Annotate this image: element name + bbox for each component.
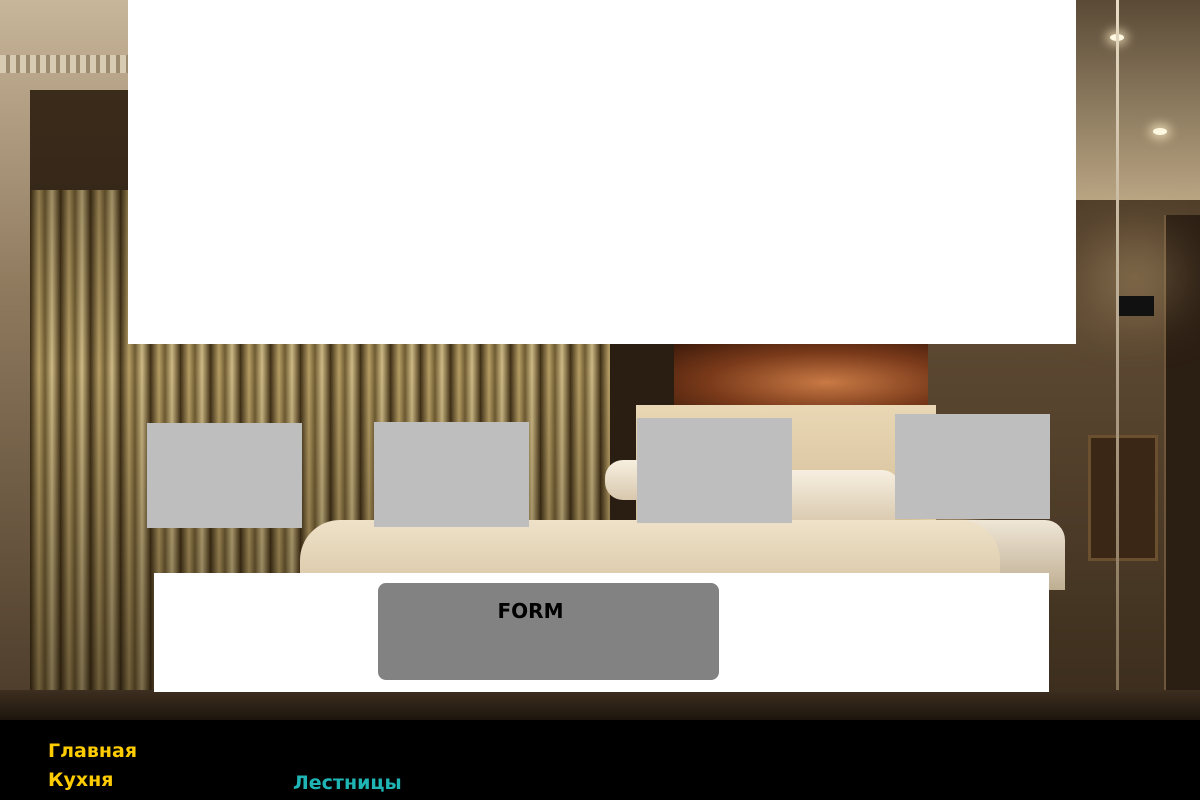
bg-ceiling-light	[1153, 128, 1167, 135]
nav-link-home[interactable]: Главная	[48, 740, 137, 762]
footer-nav: Главная Кухня Лестницы	[0, 720, 1200, 800]
form-panel: FORM	[154, 573, 1049, 692]
gallery-tile-2[interactable]	[374, 422, 529, 527]
nav-link-kitchen[interactable]: Кухня	[48, 769, 114, 791]
bg-cornice	[0, 55, 130, 73]
page: FORM Главная Кухня Лестницы	[0, 0, 1200, 800]
bg-right-ceiling	[1076, 0, 1200, 200]
gallery-tile-1[interactable]	[147, 423, 302, 528]
bg-floor	[0, 690, 1200, 720]
gallery-tile-4[interactable]	[895, 414, 1050, 519]
nav-link-stairs[interactable]: Лестницы	[293, 772, 402, 794]
header-banner	[128, 0, 1076, 344]
form-box[interactable]: FORM	[378, 583, 719, 680]
bg-headboard-wood	[674, 344, 928, 408]
bg-door	[1164, 215, 1200, 720]
bg-cabinet	[1088, 435, 1158, 561]
gallery-tile-3[interactable]	[637, 418, 792, 523]
bg-mirror-edge	[1116, 0, 1119, 720]
form-title: FORM	[497, 599, 564, 623]
bg-wall-lamp	[1116, 296, 1154, 316]
